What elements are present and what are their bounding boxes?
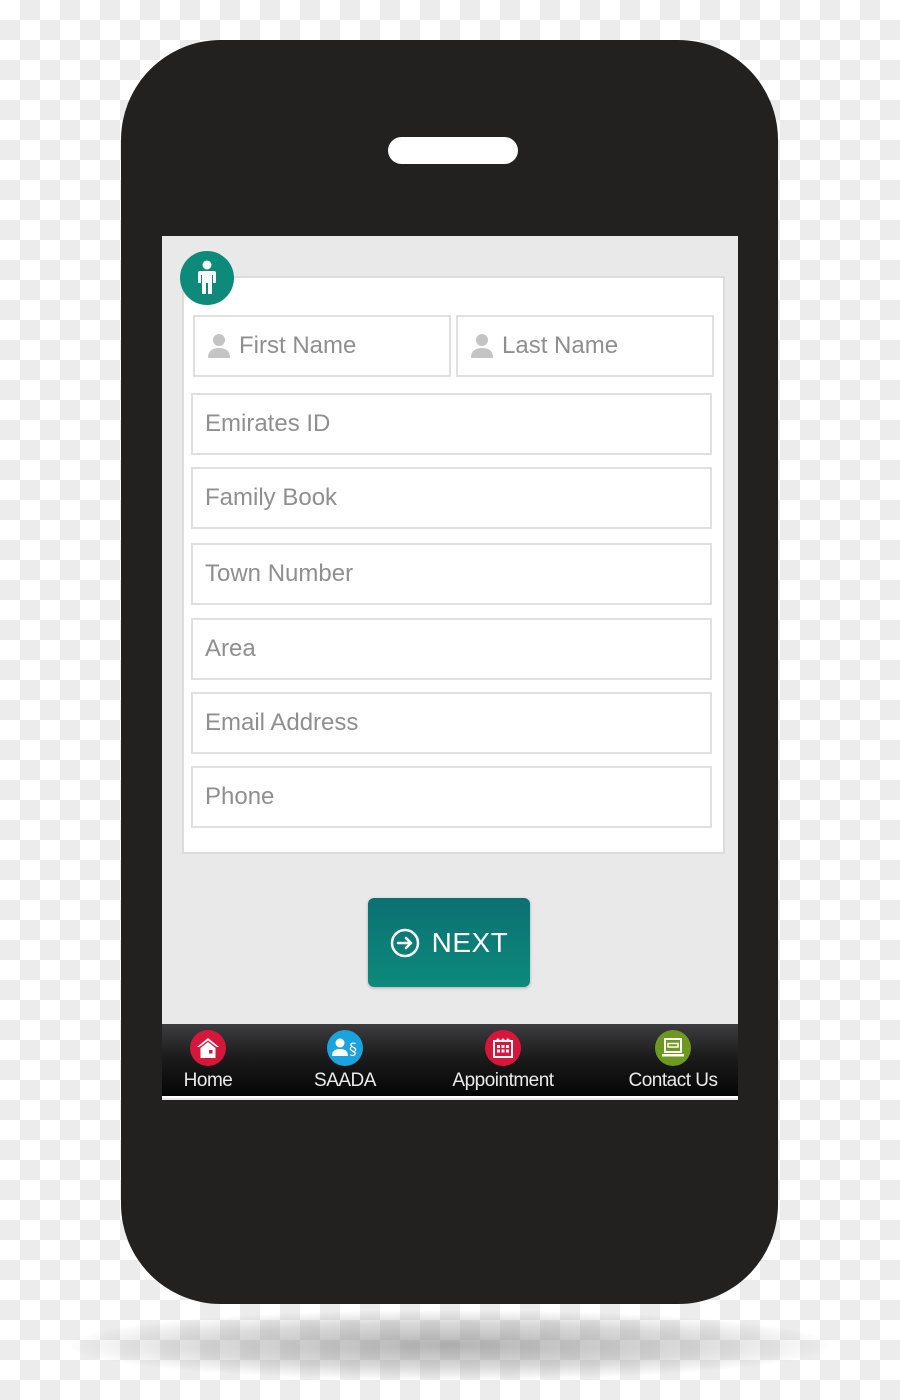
email-address-input[interactable]: Email Address <box>191 692 712 754</box>
tab-saada[interactable]: § SAADA <box>305 1024 385 1096</box>
phone-speaker <box>388 137 518 164</box>
phone-input[interactable]: Phone <box>191 766 712 828</box>
town-number-placeholder: Town Number <box>205 560 354 587</box>
phone-shadow <box>70 1310 830 1380</box>
user-section-icon: § <box>327 1030 363 1066</box>
tab-home-label: Home <box>183 1070 233 1091</box>
emirates-id-placeholder: Emirates ID <box>205 410 331 437</box>
bottom-tab-bar: Home § SAADA Appointment Contact Us <box>162 1024 738 1098</box>
last-name-placeholder: Last Name <box>502 332 619 359</box>
first-name-input[interactable]: First Name <box>193 315 451 377</box>
next-button[interactable]: NEXT <box>368 898 530 987</box>
tab-contact-us[interactable]: Contact Us <box>617 1024 729 1096</box>
home-icon <box>190 1030 226 1066</box>
email-address-placeholder: Email Address <box>205 709 359 736</box>
person-icon <box>198 260 216 294</box>
area-input[interactable]: Area <box>191 618 712 680</box>
calendar-icon <box>485 1030 521 1066</box>
emirates-id-input[interactable]: Emirates ID <box>191 393 712 455</box>
svg-text:§: § <box>349 1039 357 1058</box>
computer-icon <box>655 1030 691 1066</box>
family-book-placeholder: Family Book <box>205 484 338 511</box>
family-book-input[interactable]: Family Book <box>191 467 712 529</box>
area-placeholder: Area <box>205 635 256 662</box>
first-name-placeholder: First Name <box>239 332 357 359</box>
arrow-circle-right-icon <box>390 928 420 958</box>
app-screen: First Name Last Name Emirates ID Family … <box>162 236 738 1100</box>
next-button-label: NEXT <box>431 926 509 958</box>
user-icon <box>470 333 494 359</box>
registration-form: First Name Last Name Emirates ID Family … <box>182 276 725 854</box>
tab-contact-us-label: Contact Us <box>628 1070 718 1091</box>
tab-appointment-label: Appointment <box>452 1070 554 1091</box>
user-icon <box>207 333 231 359</box>
town-number-input[interactable]: Town Number <box>191 543 712 605</box>
person-badge <box>180 251 234 305</box>
tab-saada-label: SAADA <box>314 1070 376 1091</box>
phone-placeholder: Phone <box>205 783 275 810</box>
tab-home[interactable]: Home <box>168 1024 248 1096</box>
tab-appointment[interactable]: Appointment <box>443 1024 563 1096</box>
last-name-input[interactable]: Last Name <box>456 315 714 377</box>
